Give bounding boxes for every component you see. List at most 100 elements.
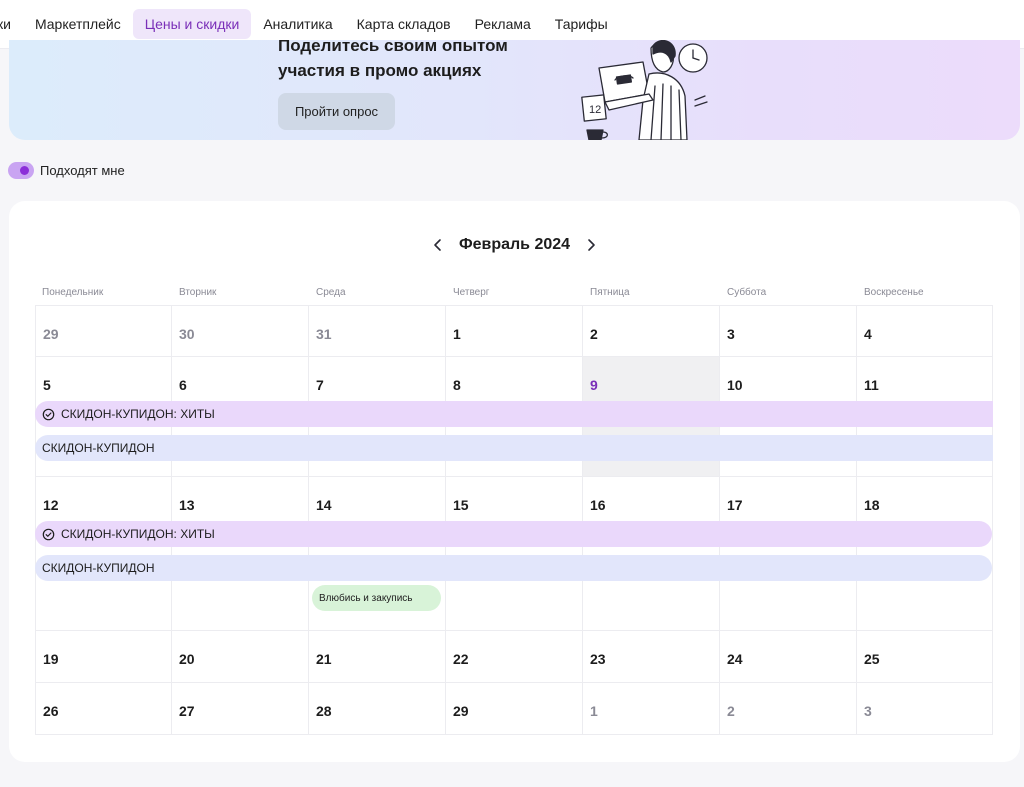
calendar-day-cell[interactable]: 2 [583, 306, 720, 356]
calendar-day: 16 [590, 497, 606, 513]
promo-band-label: СКИДОН-КУПИДОН: ХИТЫ [61, 527, 215, 541]
fits-me-filter: Подходят мне [8, 162, 125, 179]
next-month-icon[interactable] [582, 236, 600, 254]
promo-band-label: СКИДОН-КУПИДОН [42, 441, 155, 455]
calendar-day: 4 [864, 326, 872, 342]
weekday-sunday: Воскресенье [864, 287, 924, 298]
calendar-day-cell[interactable]: 24 [720, 631, 857, 682]
calendar-day: 2 [727, 703, 735, 719]
calendar-day-cell[interactable]: 29 [446, 683, 583, 734]
calendar-day: 5 [43, 377, 51, 393]
calendar-day-cell[interactable]: 1 [583, 683, 720, 734]
promo-calendar: Февраль 2024 Понедельник Вторник Среда Ч… [9, 201, 1020, 762]
calendar-day: 27 [179, 703, 195, 719]
calendar-day-cell[interactable]: 15 [446, 477, 583, 630]
promo-band-hits[interactable]: СКИДОН-КУПИДОН: ХИТЫ [35, 521, 992, 547]
calendar-day-cell[interactable]: 31 [309, 306, 446, 356]
fits-me-toggle[interactable] [8, 162, 34, 179]
calendar-day-cell[interactable]: 25 [857, 631, 993, 682]
calendar-day-today: 9 [590, 377, 598, 393]
calendar-day: 28 [316, 703, 332, 719]
calendar-day-cell[interactable]: 29 [35, 306, 172, 356]
calendar-day-cell[interactable]: 17 [720, 477, 857, 630]
promo-band-hits[interactable]: СКИДОН-КУПИДОН: ХИТЫ [35, 401, 993, 427]
calendar-day-cell[interactable]: 30 [172, 306, 309, 356]
calendar-day: 13 [179, 497, 195, 513]
calendar-week-2: 5 6 7 8 9 10 11 СКИДОН-КУПИДОН: ХИТЫ СКИ… [35, 357, 993, 477]
nav-item-advertising[interactable]: Реклама [463, 9, 543, 39]
calendar-day-cell[interactable]: 13 [172, 477, 309, 630]
calendar-day-cell[interactable]: 16 [583, 477, 720, 630]
calendar-week-3: 12 13 14 15 16 17 18 СКИДОН-КУПИДОН: ХИТ… [35, 477, 993, 631]
person-at-laptop-illustration: 12 [581, 40, 708, 140]
nav-item-analytics[interactable]: Аналитика [251, 9, 344, 39]
promo-band-label: СКИДОН-КУПИДОН [42, 561, 155, 575]
weekday-thursday: Четверг [453, 287, 490, 298]
calendar-day: 25 [864, 651, 880, 667]
promo-band-label: СКИДОН-КУПИДОН: ХИТЫ [61, 407, 215, 421]
calendar-day-cell[interactable]: 12 [35, 477, 172, 630]
calendar-day: 14 [316, 497, 332, 513]
calendar-day-cell[interactable]: 19 [35, 631, 172, 682]
calendar-day: 26 [43, 703, 59, 719]
calendar-day: 7 [316, 377, 324, 393]
nav-item-prices-discounts[interactable]: Цены и скидки [132, 9, 252, 39]
calendar-day-cell[interactable]: 2 [720, 683, 857, 734]
calendar-day-cell[interactable]: 18 [857, 477, 993, 630]
calendar-day: 12 [43, 497, 59, 513]
calendar-day: 29 [43, 326, 59, 342]
calendar-day-cell[interactable]: 3 [720, 306, 857, 356]
take-survey-button[interactable]: Пройти опрос [278, 93, 395, 130]
weekday-wednesday: Среда [316, 287, 346, 298]
weekday-friday: Пятница [590, 287, 630, 298]
calendar-week-1: 29 30 31 1 2 3 4 [35, 305, 993, 357]
calendar-month-label: Февраль 2024 [458, 236, 571, 253]
calendar-day: 3 [727, 326, 735, 342]
calendar-day-cell[interactable]: 20 [172, 631, 309, 682]
promo-pill-label: Влюбись и закупись [319, 592, 413, 604]
calendar-day-cell[interactable]: 23 [583, 631, 720, 682]
weekday-saturday: Суббота [727, 287, 767, 298]
calendar-day: 3 [864, 703, 872, 719]
calendar-day-cell[interactable]: 21 [309, 631, 446, 682]
nav-item-warehouse-map[interactable]: Карта складов [345, 9, 463, 39]
calendar-day: 30 [179, 326, 195, 342]
banner-title: Поделитесь своим опытом участия в промо … [278, 40, 518, 83]
calendar-day-cell[interactable]: 3 [857, 683, 993, 734]
calendar-day: 20 [179, 651, 195, 667]
calendar-day: 24 [727, 651, 743, 667]
calendar-day-cell[interactable]: 27 [172, 683, 309, 734]
check-circle-icon [42, 408, 55, 420]
promo-band-cupid[interactable]: СКИДОН-КУПИДОН [35, 435, 993, 461]
calendar-day: 10 [727, 377, 743, 393]
calendar-day: 17 [727, 497, 743, 513]
calendar-week-5: 26 27 28 29 1 2 3 [35, 683, 993, 735]
calendar-day-cell[interactable]: 22 [446, 631, 583, 682]
calendar-day: 23 [590, 651, 606, 667]
calendar-day: 21 [316, 651, 332, 667]
calendar-day-cell[interactable]: 1 [446, 306, 583, 356]
illustration-calendar-number: 12 [589, 104, 601, 116]
calendar-day: 6 [179, 377, 187, 393]
banner-title-line2: участия в промо акциях [278, 61, 482, 80]
calendar-day-cell[interactable]: 28 [309, 683, 446, 734]
calendar-day: 19 [43, 651, 59, 667]
survey-banner: Поделитесь своим опытом участия в промо … [9, 40, 1020, 140]
calendar-day-cell[interactable]: 26 [35, 683, 172, 734]
calendar-day: 2 [590, 326, 598, 342]
check-circle-icon [42, 528, 55, 540]
calendar-day: 1 [453, 326, 461, 342]
promo-band-cupid[interactable]: СКИДОН-КУПИДОН [35, 555, 992, 581]
calendar-day: 29 [453, 703, 469, 719]
promo-pill-love[interactable]: Влюбись и закупись [312, 585, 441, 611]
weekday-tuesday: Вторник [179, 287, 217, 298]
calendar-day: 8 [453, 377, 461, 393]
nav-item-marketplace[interactable]: Маркетплейс [23, 9, 133, 39]
previous-month-icon[interactable] [429, 236, 447, 254]
nav-item-partial[interactable]: ки [0, 9, 23, 39]
calendar-day-cell[interactable]: 4 [857, 306, 993, 356]
nav-item-tariffs[interactable]: Тарифы [543, 9, 620, 39]
fits-me-label: Подходят мне [40, 163, 125, 178]
calendar-day: 15 [453, 497, 469, 513]
banner-title-line1: Поделитесь своим опытом [278, 40, 508, 55]
